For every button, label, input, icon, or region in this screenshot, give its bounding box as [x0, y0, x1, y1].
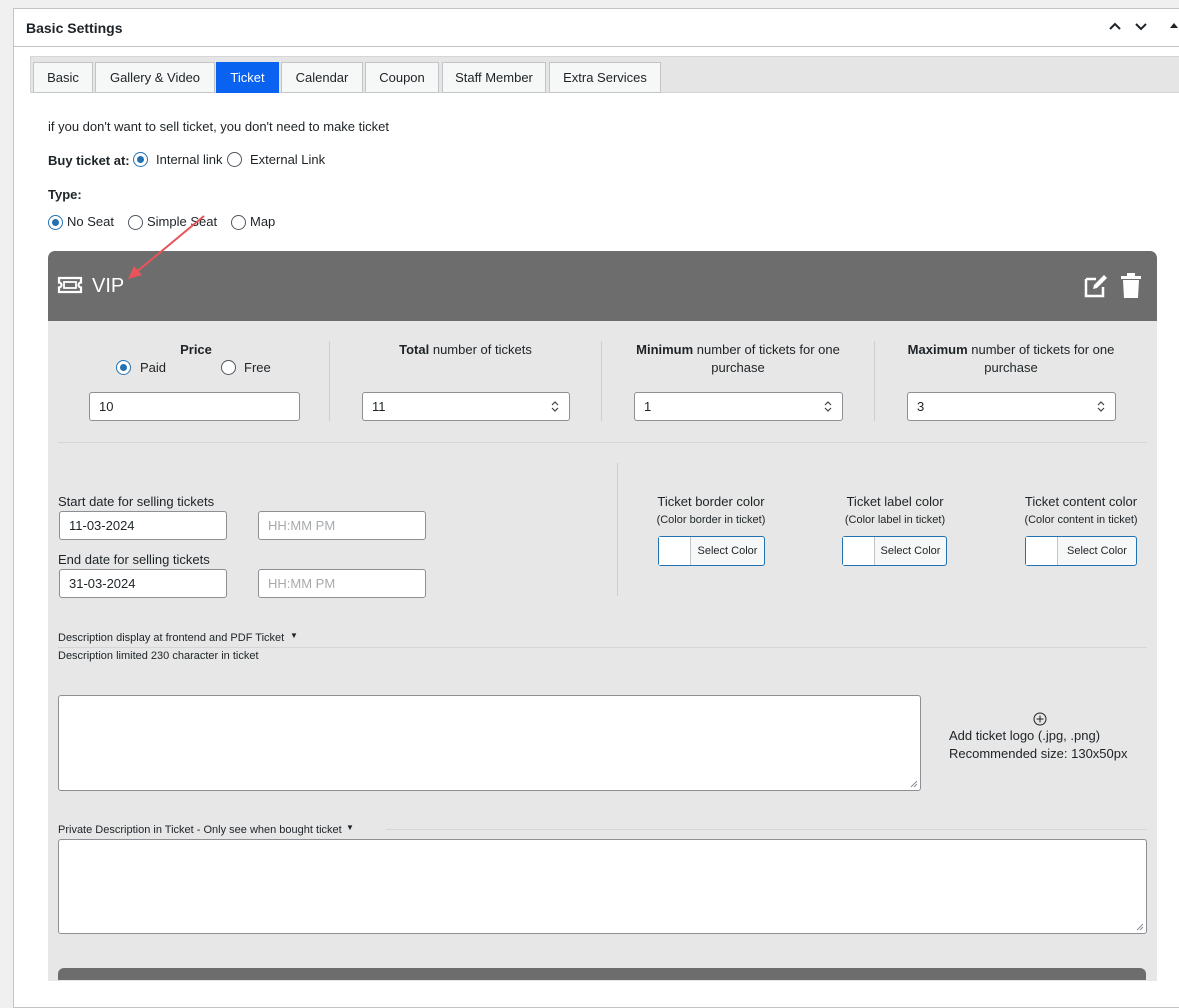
- section-divider: [58, 442, 1147, 443]
- resize-grip-icon[interactable]: [1136, 923, 1144, 931]
- ticket-notice: if you don't want to sell ticket, you do…: [48, 119, 389, 134]
- spinner-icon[interactable]: [1097, 400, 1105, 413]
- maximum-rest: number of tickets for one purchase: [967, 342, 1115, 375]
- total-rest: number of tickets: [429, 342, 532, 357]
- total-tickets-value: 11: [372, 399, 386, 414]
- content-color-button-label: Select Color: [1067, 545, 1127, 557]
- free-radio[interactable]: [221, 360, 236, 375]
- maximum-tickets-input[interactable]: 3: [907, 392, 1116, 421]
- no-seat-radio[interactable]: [48, 215, 63, 230]
- total-bold: Total: [399, 342, 430, 357]
- label-color-button[interactable]: Select Color: [842, 536, 947, 566]
- tab-basic[interactable]: Basic: [33, 62, 93, 93]
- description-divider: [58, 647, 1147, 648]
- start-date-label: Start date for selling tickets: [58, 494, 215, 509]
- collapse-toggle-icon[interactable]: [1166, 18, 1179, 38]
- label-color-swatch: [843, 537, 875, 565]
- end-date-label: End date for selling tickets: [58, 552, 210, 567]
- total-tickets-input[interactable]: 11: [362, 392, 570, 421]
- edit-icon[interactable]: [1083, 273, 1109, 299]
- spinner-icon[interactable]: [551, 400, 559, 413]
- section-divider-vertical: [617, 463, 618, 596]
- label-color-title: Ticket label color: [846, 494, 944, 509]
- maximum-tickets-label: Maximum number of tickets for one purcha…: [896, 341, 1126, 377]
- ticket-body: Price Paid Free 10 Total number of ticke…: [48, 321, 1157, 981]
- type-label: Type:: [48, 187, 82, 202]
- content-color-swatch: [1026, 537, 1058, 565]
- maximum-bold: Maximum: [907, 342, 968, 357]
- tab-coupon[interactable]: Coupon: [365, 62, 439, 93]
- add-logo-label[interactable]: Add ticket logo (.jpg, .png): [949, 728, 1100, 743]
- minimum-tickets-label: Minimum number of tickets for one purcha…: [623, 341, 853, 377]
- description-hint: Description limited 230 character in tic…: [58, 650, 259, 662]
- add-logo-icon[interactable]: [1033, 712, 1047, 726]
- minimum-tickets-value: 1: [644, 399, 652, 414]
- column-divider: [874, 341, 875, 421]
- maximum-tickets-value: 3: [917, 399, 925, 414]
- logo-size-hint: Recommended size: 130x50px: [949, 746, 1128, 761]
- end-time-input[interactable]: HH:MM PM: [258, 569, 426, 598]
- minimum-rest: number of tickets for one purchase: [693, 342, 840, 375]
- description-textarea[interactable]: [58, 695, 921, 791]
- private-description-divider: [386, 829, 1147, 830]
- tab-staff-member[interactable]: Staff Member: [442, 62, 546, 93]
- paid-radio[interactable]: [116, 360, 131, 375]
- buy-ticket-label: Buy ticket at:: [48, 153, 130, 168]
- external-link-radio[interactable]: [227, 152, 242, 167]
- border-color-button[interactable]: Select Color: [658, 536, 765, 566]
- column-divider: [601, 341, 602, 421]
- minimum-bold: Minimum: [636, 342, 694, 357]
- content-color-button[interactable]: Select Color: [1025, 536, 1137, 566]
- spinner-icon[interactable]: [824, 400, 832, 413]
- annotation-arrow: [128, 215, 205, 279]
- external-link-label[interactable]: External Link: [250, 152, 325, 167]
- tab-gallery-video[interactable]: Gallery & Video: [95, 62, 215, 93]
- ticket-icon: [57, 275, 83, 295]
- tab-ticket[interactable]: Ticket: [216, 62, 279, 93]
- description-label[interactable]: Description display at frontend and PDF …: [58, 632, 284, 644]
- label-color-button-label: Select Color: [880, 545, 941, 557]
- description-dropdown-icon[interactable]: ▼: [290, 631, 298, 640]
- border-color-title: Ticket border color: [657, 494, 765, 509]
- content-color-title: Ticket content color: [1024, 494, 1138, 509]
- private-description-textarea[interactable]: [58, 839, 1147, 934]
- free-label[interactable]: Free: [244, 360, 271, 375]
- end-date-input[interactable]: 31-03-2024: [59, 569, 227, 598]
- border-color-button-label: Select Color: [697, 545, 758, 557]
- minimum-tickets-input[interactable]: 1: [634, 392, 843, 421]
- internal-link-label[interactable]: Internal link: [156, 152, 222, 167]
- private-description-dropdown-icon[interactable]: ▼: [346, 823, 354, 832]
- no-seat-label[interactable]: No Seat: [67, 214, 114, 229]
- content-color-sub: (Color content in ticket): [1024, 514, 1138, 526]
- move-up-icon[interactable]: [1107, 18, 1127, 38]
- border-color-swatch: [659, 537, 691, 565]
- start-date-input[interactable]: 11-03-2024: [59, 511, 227, 540]
- move-down-icon[interactable]: [1133, 18, 1153, 38]
- tab-bar: Basic Gallery & Video Ticket Calendar Co…: [30, 56, 1179, 93]
- price-label: Price: [180, 342, 212, 357]
- tab-calendar[interactable]: Calendar: [281, 62, 363, 93]
- map-radio[interactable]: [231, 215, 246, 230]
- border-color-sub: (Color border in ticket): [656, 514, 766, 526]
- private-description-label[interactable]: Private Description in Ticket - Only see…: [58, 824, 342, 836]
- panel-title: Basic Settings: [26, 20, 123, 36]
- label-color-sub: (Color label in ticket): [844, 514, 946, 526]
- tab-extra-services[interactable]: Extra Services: [549, 62, 661, 93]
- panel-header: Basic Settings: [14, 9, 1179, 47]
- next-ticket-header: [58, 968, 1146, 980]
- price-input[interactable]: 10: [89, 392, 300, 421]
- column-divider: [329, 341, 330, 421]
- trash-icon[interactable]: [1120, 273, 1142, 299]
- paid-label[interactable]: Paid: [140, 360, 166, 375]
- start-time-input[interactable]: HH:MM PM: [258, 511, 426, 540]
- map-label[interactable]: Map: [250, 214, 275, 229]
- resize-grip-icon[interactable]: [910, 780, 918, 788]
- internal-link-radio[interactable]: [133, 152, 148, 167]
- ticket-header: VIP: [48, 251, 1157, 321]
- total-tickets-label: Total number of tickets: [338, 341, 593, 359]
